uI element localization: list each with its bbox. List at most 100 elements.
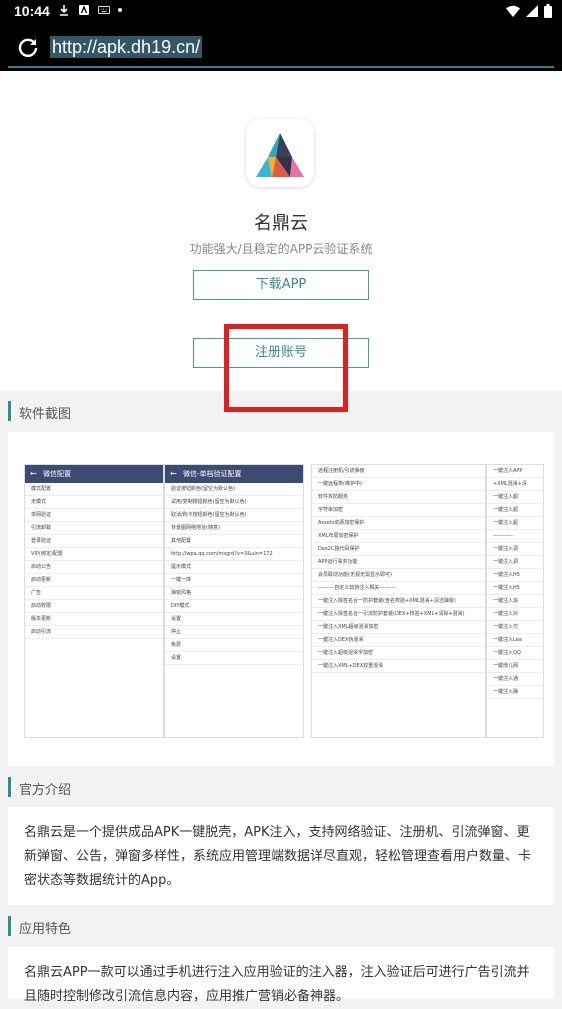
screenshot-row: 单网验证 — [25, 509, 163, 522]
screenshot-row: 一键注入追 — [487, 595, 543, 608]
screenshot-row: 试用/复制按钮颜色(留空为默认色) — [165, 496, 303, 509]
download-icon — [60, 5, 68, 16]
screenshot-row: 一键注入Lea — [487, 634, 543, 647]
section-accent-bar — [8, 777, 11, 797]
screenshot-row: 一键注入APP — [487, 465, 543, 478]
screenshot-row: 一键注入超 — [487, 517, 543, 530]
screenshot-row: 一键注入除签名合一防护套装(含名校验+XML混淆+清洁弹窗) — [312, 595, 485, 608]
screenshot-row: 一键注入超 — [487, 491, 543, 504]
screenshot-row: 一键注入超级混淆字加密 — [312, 647, 485, 660]
screenshot-row: 验证按钮颜色(留空为默认色) — [165, 483, 303, 496]
screenshot-row: 一键远程类(维护中) — [312, 478, 485, 491]
screenshot-row: XML布局加密保护 — [312, 530, 485, 543]
screenshot-row: 提示模式 — [165, 561, 303, 574]
screenshot-row: 一键注入XML+DEX双重混淆 — [312, 660, 485, 673]
screenshot-row: Assets资源加密保护 — [312, 517, 485, 530]
screenshot-row: 弹窗风格 — [165, 587, 303, 600]
screenshot-2[interactable]: 微信-单档验证配置 验证按钮颜色(留空为默认色)试用/复制按钮颜色(留空为默认色… — [164, 464, 304, 738]
screenshot-row: +XML混淆+清 — [487, 478, 543, 491]
battery-icon — [544, 4, 552, 18]
screenshot-row: 一键注入除签名合一引流防护套装(DEX+校验+XML+清除+混淆) — [312, 608, 485, 621]
screenshot-2-list: 验证按钮颜色(留空为默认色) 试用/复制按钮颜色(留空为默认色) 取消/购卡按钮颜色… — [165, 483, 303, 665]
screenshot-row: 模式配置 — [25, 483, 163, 496]
section-title-text: 应用特色 — [19, 922, 72, 937]
screenshot-row: 一键注入弹 — [487, 686, 543, 699]
features-text: 名鼎云APP一款可以通过手机进行注入应用验证的注入器，注入验证后可进行广告引流并… — [24, 965, 530, 1004]
features-card: 名鼎云APP一款可以通过手机进行注入应用验证的注入器，注入验证后可进行广告引流并… — [8, 947, 554, 1004]
screenshot-row: Dex2C独代码保护 — [312, 543, 485, 556]
screenshot-row: 停止 — [165, 626, 303, 639]
screenshot-row: 一键注入超 — [487, 504, 543, 517]
intro-text: 名鼎云是一个提供成品APK一键脱壳，APK注入，支持网络验证、注册机、引流弹窗、… — [24, 825, 532, 888]
screenshot-row: 一键注入H5 — [487, 569, 543, 582]
screenshot-row: 启动公告 — [25, 561, 163, 574]
screenshot-row: 一键注入调 — [487, 543, 543, 556]
section-accent-bar — [8, 916, 11, 936]
screenshot-2-header: 微信-单档验证配置 — [165, 465, 303, 483]
section-accent-bar — [8, 401, 11, 421]
reload-icon[interactable] — [16, 36, 40, 60]
screenshot-row: 一键注入付 — [487, 621, 543, 634]
section-title-text: 软件截图 — [19, 407, 72, 422]
screenshot-row: 一键注入QQ — [487, 647, 543, 660]
url-underline — [8, 66, 554, 68]
screenshot-row: APP运行事务功能 — [312, 556, 485, 569]
screenshot-row: 软件攻防服务 — [312, 491, 485, 504]
screenshot-row: 启动引流 — [25, 626, 163, 639]
screenshot-3[interactable]: 远程注册机/引流弹窗 一键远程类(维护中) 软件攻防服务 字符串加密 Assets资源加… — [311, 464, 486, 738]
logo-mark-icon — [256, 133, 304, 177]
notification-icons — [58, 4, 122, 16]
screenshot-row: 免费 — [165, 639, 303, 652]
app-logo — [246, 119, 314, 187]
cell-signal-icon — [526, 5, 538, 17]
status-bar: 10:44 — [0, 0, 562, 24]
section-title-text: 官方介绍 — [19, 783, 72, 798]
screenshot-row: 字符串加密 — [312, 504, 485, 517]
screenshot-row: 取消/购卡按钮颜色(留空为默认色) — [165, 509, 303, 522]
screenshot-row: 一键一体 — [165, 574, 303, 587]
app-name: 名鼎云 — [254, 213, 308, 234]
screenshot-row: 启动权限 — [25, 600, 163, 613]
screenshot-row: 无模式 — [25, 496, 163, 509]
screenshot-row: 一键注入XML超级混淆加密 — [312, 621, 485, 634]
intro-card: 名鼎云是一个提供成品APK一键脱壳，APK注入，支持网络验证、注册机、引流弹窗、… — [8, 807, 554, 905]
screenshot-row: 登录验证 — [25, 535, 163, 548]
screenshot-row: 一键注入调 — [487, 556, 543, 569]
screenshot-row: 广告 — [25, 587, 163, 600]
screenshot-4-list: 一键注入APP +XML混淆+清 一键注入超 一键注入超 一键注入超 ----------… — [487, 465, 543, 699]
screenshot-row: 背景图网络地址(随意) — [165, 522, 303, 535]
screenshot-row: VIP(绑定)配置 — [25, 548, 163, 561]
keyboard-icon — [98, 6, 110, 14]
more-dot-icon — [118, 8, 122, 12]
screenshot-row: 会员联动功能(无视无需显示即可) — [312, 569, 485, 582]
screenshot-row: ---------自定义劫持注入相关--------- — [312, 582, 485, 595]
screenshot-row: 设置 — [165, 613, 303, 626]
system-icons — [506, 4, 552, 18]
screenshots-card: 微信配置 模式配置无模式单网验证引流卸载登录验证VIP(绑定)配置启动公告启动更… — [8, 432, 554, 766]
screenshot-4[interactable]: 一键注入APP +XML混淆+清 一键注入超 一键注入超 一键注入超 ----------… — [486, 464, 544, 738]
app-tagline: 功能强大/且稳定的APP云验证系统 — [189, 242, 373, 256]
screenshot-row: ----------- — [487, 530, 543, 543]
screenshot-row: 引流卸载 — [25, 522, 163, 535]
screenshot-row: 版本更新 — [25, 613, 163, 626]
screenshot-row: 一键注入H5 — [487, 582, 543, 595]
screenshot-row: http://wpa.qq.com/msgrd?v=3&uin=172 — [165, 548, 303, 561]
highlight-annotation-box — [224, 324, 348, 412]
url-input[interactable]: http://apk.dh19.cn/ — [50, 36, 203, 58]
screenshot-row: 一键注入对 — [487, 608, 543, 621]
screenshot-row: 启动更新 — [25, 574, 163, 587]
screenshot-row: 其他配置 — [165, 535, 303, 548]
screenshot-3-list: 远程注册机/引流弹窗 一键远程类(维护中) 软件攻防服务 字符串加密 Assets资源加… — [312, 465, 485, 673]
app-notification-icon — [79, 5, 89, 15]
screenshot-row: 设置 — [165, 652, 303, 665]
screenshot-1[interactable]: 微信配置 模式配置无模式单网验证引流卸载登录验证VIP(绑定)配置启动公告启动更… — [24, 464, 164, 738]
screenshot-1-list: 模式配置 无模式 单网验证 引流卸载 登录验证 VIP(绑定)配置 启动公告 启动更新 广告 启动… — [25, 483, 163, 639]
download-app-button[interactable]: 下载APP — [193, 270, 369, 300]
status-time: 10:44 — [14, 3, 50, 19]
screenshot-row: 远程注册机/引流弹窗 — [312, 465, 485, 478]
screenshot-row: 一键增儿网 — [487, 660, 543, 673]
screenshot-row: 一键注入通 — [487, 673, 543, 686]
screenshot-1-header: 微信配置 — [25, 465, 163, 483]
screenshot-row: DIY模式 — [165, 600, 303, 613]
wifi-icon — [506, 5, 520, 17]
